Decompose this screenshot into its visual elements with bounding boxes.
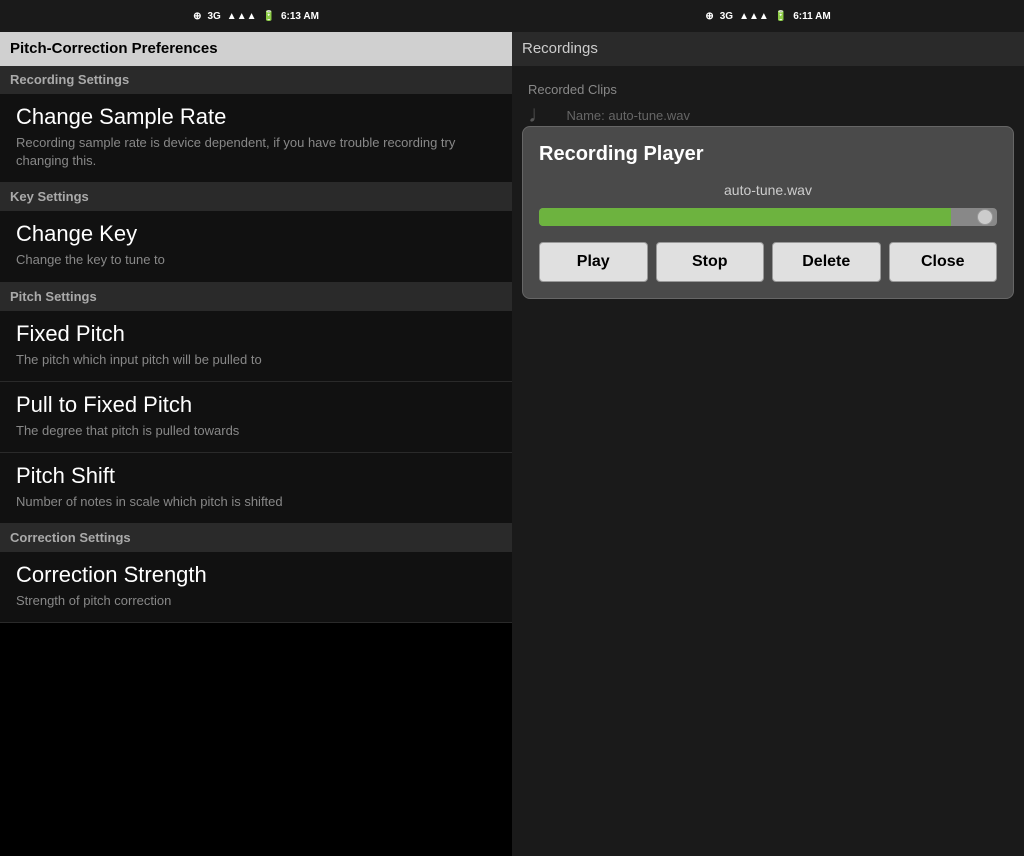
section-header-key: Key Settings	[0, 183, 512, 211]
recording-label: Recorded Clips	[528, 82, 1008, 97]
section-label-recording: Recording Settings	[10, 72, 129, 87]
dialog-filename: auto-tune.wav	[539, 182, 997, 198]
item-desc-change-key: Change the key to tune to	[16, 251, 496, 269]
item-desc-correction-strength: Strength of pitch correction	[16, 592, 496, 610]
list-item-correction-strength[interactable]: Correction Strength Strength of pitch co…	[0, 552, 512, 623]
network-label-right: 3G	[720, 11, 733, 22]
stop-button[interactable]: Stop	[656, 242, 765, 282]
recording-name: Name: auto-tune.wav	[566, 108, 690, 123]
list-item-change-key[interactable]: Change Key Change the key to tune to	[0, 211, 512, 282]
item-title-pull-to-fixed: Pull to Fixed Pitch	[16, 392, 496, 418]
section-header-recording: Recording Settings	[0, 66, 512, 94]
app-title: Pitch-Correction Preferences	[10, 40, 218, 57]
close-button[interactable]: Close	[889, 242, 998, 282]
recording-player-dialog: Recording Player auto-tune.wav Play Stop…	[522, 126, 1014, 299]
delete-button[interactable]: Delete	[772, 242, 881, 282]
section-header-pitch: Pitch Settings	[0, 283, 512, 311]
list-item-sample-rate[interactable]: Change Sample Rate Recording sample rate…	[0, 94, 512, 183]
progress-bar-fill	[539, 208, 951, 226]
right-panel: ⊕ 3G ▲▲▲ 🔋 6:11 AM Recordings Recorded C…	[512, 0, 1024, 856]
dialog-buttons: Play Stop Delete Close	[539, 242, 997, 282]
item-desc-fixed-pitch: The pitch which input pitch will be pull…	[16, 351, 496, 369]
signal-icon-right: ▲▲▲	[739, 11, 769, 22]
right-top-title: Recordings	[522, 40, 598, 57]
item-title-fixed-pitch: Fixed Pitch	[16, 321, 496, 347]
section-header-correction: Correction Settings	[0, 524, 512, 552]
gps-icon-right: ⊕	[705, 11, 713, 22]
list-item-fixed-pitch[interactable]: Fixed Pitch The pitch which input pitch …	[0, 311, 512, 382]
left-status-bar: ⊕ 3G ▲▲▲ 🔋 6:13 AM	[0, 0, 512, 32]
music-note-icon: ♩	[528, 101, 552, 129]
right-content: Recorded Clips ♩ Name: auto-tune.wav Len…	[512, 66, 1024, 856]
time-right: 6:11 AM	[793, 11, 830, 22]
right-status-bar: ⊕ 3G ▲▲▲ 🔋 6:11 AM	[512, 0, 1024, 32]
progress-bar[interactable]	[539, 208, 997, 226]
left-panel: ⊕ 3G ▲▲▲ 🔋 6:13 AM Pitch-Correction Pref…	[0, 0, 512, 856]
section-label-key: Key Settings	[10, 189, 89, 204]
item-title-pitch-shift: Pitch Shift	[16, 463, 496, 489]
item-title-correction-strength: Correction Strength	[16, 562, 496, 588]
section-label-correction: Correction Settings	[10, 530, 131, 545]
play-button[interactable]: Play	[539, 242, 648, 282]
time-left: 6:13 AM	[281, 11, 319, 22]
signal-icon-left: ▲▲▲	[227, 11, 257, 22]
network-label-left: 3G	[207, 11, 220, 22]
list-item-pull-to-fixed[interactable]: Pull to Fixed Pitch The degree that pitc…	[0, 382, 512, 453]
item-desc-pitch-shift: Number of notes in scale which pitch is …	[16, 493, 496, 511]
item-desc-sample-rate: Recording sample rate is device dependen…	[16, 134, 496, 170]
progress-bar-thumb	[977, 209, 993, 225]
right-top-bar: Recordings	[512, 32, 1024, 66]
item-title-sample-rate: Change Sample Rate	[16, 104, 496, 130]
section-label-pitch: Pitch Settings	[10, 289, 97, 304]
battery-icon-left: 🔋	[263, 11, 275, 22]
item-desc-pull-to-fixed: The degree that pitch is pulled towards	[16, 422, 496, 440]
dialog-title: Recording Player	[539, 143, 997, 166]
list-item-pitch-shift[interactable]: Pitch Shift Number of notes in scale whi…	[0, 453, 512, 524]
app-title-bar: Pitch-Correction Preferences	[0, 32, 512, 66]
gps-icon: ⊕	[193, 11, 201, 22]
item-title-change-key: Change Key	[16, 221, 496, 247]
battery-icon-right: 🔋	[775, 11, 787, 22]
